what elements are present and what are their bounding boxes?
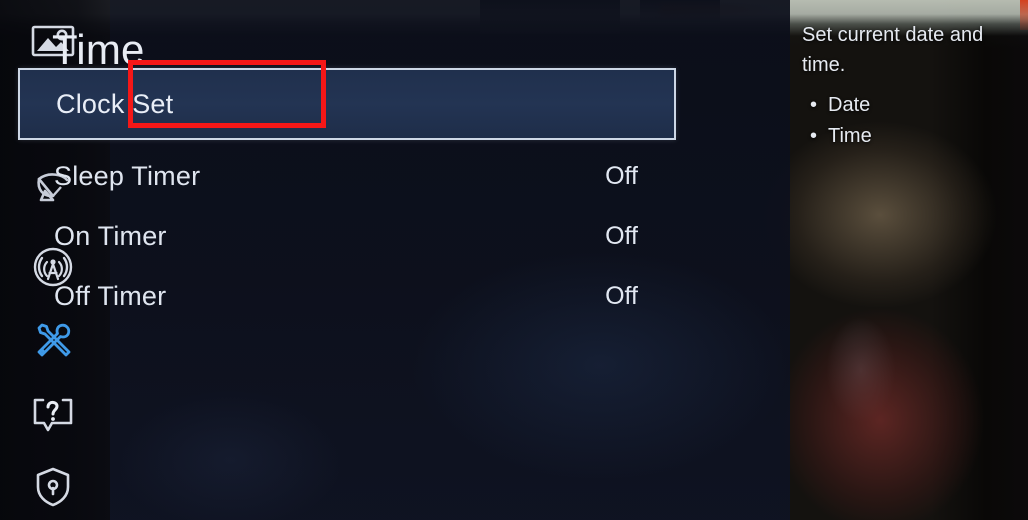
help-bullet-item: Time	[810, 121, 1012, 152]
sidebar-item-support[interactable]	[26, 388, 80, 442]
help-panel: Set current date and time. Date Time	[790, 0, 1028, 520]
panel-glow-two	[120, 390, 340, 520]
menu-item-label: On Timer	[54, 220, 167, 251]
menu-item-value: Off	[605, 161, 638, 190]
menu-item-clock-set[interactable]: Clock Set	[18, 68, 676, 140]
settings-menu-list: Clock Set Sleep Timer Off On Timer Off O…	[0, 68, 680, 326]
help-bullet-list: Date Time	[802, 90, 1012, 152]
tv-settings-screen: Time Clock Set Sleep Timer Off On Timer …	[0, 0, 1028, 520]
shield-lock-icon	[34, 466, 72, 508]
sidebar-item-privacy[interactable]	[26, 460, 80, 514]
menu-item-label: Off Timer	[54, 280, 167, 311]
menu-item-off-timer[interactable]: Off Timer Off	[0, 266, 680, 326]
menu-item-value: Off	[605, 221, 638, 250]
help-bullet-item: Date	[810, 90, 1012, 121]
menu-item-sleep-timer[interactable]: Sleep Timer Off	[0, 146, 680, 206]
question-bubble-icon	[31, 396, 75, 434]
menu-item-label: Sleep Timer	[54, 160, 201, 191]
menu-item-on-timer[interactable]: On Timer Off	[0, 206, 680, 266]
annotation-highlight-box	[128, 60, 326, 128]
help-description: Set current date and time.	[802, 24, 984, 76]
menu-item-value: Off	[605, 281, 638, 310]
